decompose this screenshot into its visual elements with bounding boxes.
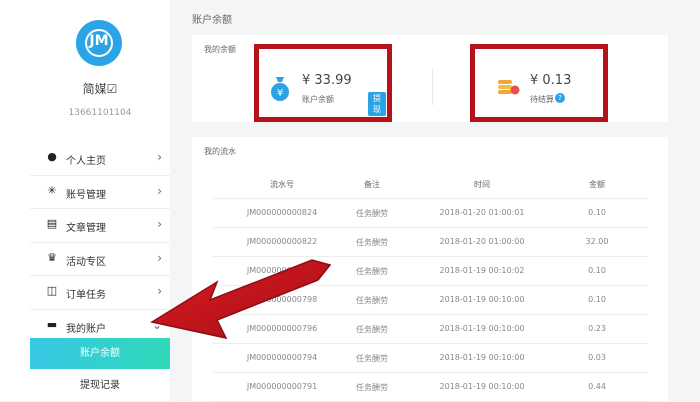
red-arrow-annotation bbox=[150, 259, 332, 340]
